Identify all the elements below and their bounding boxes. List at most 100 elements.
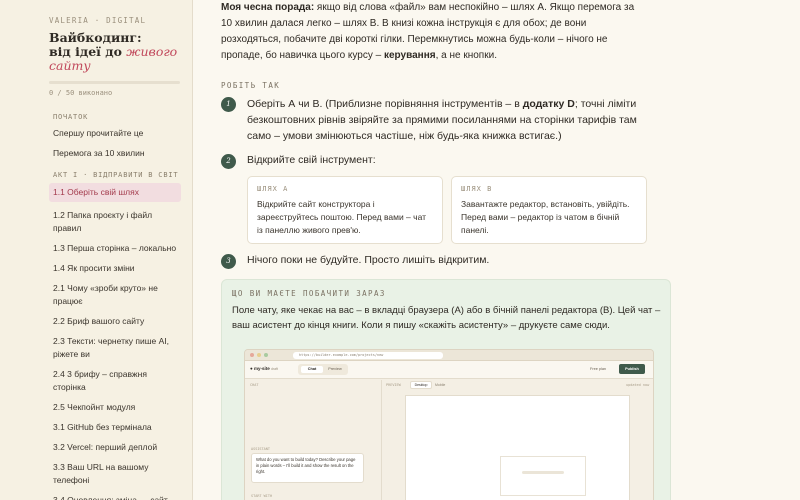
progress-bar <box>49 81 180 84</box>
mini-mobile-toggle: Mobile <box>435 383 446 387</box>
sidebar-item-label: працює <box>53 296 83 306</box>
intro-bold-word: керування <box>383 50 436 61</box>
intro-line: якщо від слова «файл» вам неспокійно – ш… <box>314 2 635 13</box>
sidebar-item[interactable]: 2.4 3 брифу – справжня сторінка <box>0 368 192 394</box>
sidebar-item[interactable]: 2.1 Чому «зроби круто» не працює <box>0 282 192 308</box>
sidebar-nav-list: 1.2 Папка проєкту і файл правил 1.3 Перша … <box>0 209 192 500</box>
sidebar-item[interactable]: 3.2 Vercel: перший деплой <box>0 441 192 454</box>
step1-line: безкоштовних рівнів звіряйте за прямими … <box>247 114 637 126</box>
sidebar-item-label: телефоні <box>53 475 90 485</box>
path-a-line: із панеллю живого прев'ю. <box>257 225 361 235</box>
mini-preview-canvas <box>405 395 630 500</box>
mini-plan: Free plan <box>590 367 607 371</box>
callout-line: ваш асистент до кінця книги. Коли я пишу… <box>232 320 610 331</box>
window-dot <box>257 353 261 357</box>
sidebar-item-label: 2.5 Чекпойнт модуля <box>53 402 136 412</box>
mini-tab-chat: Chat <box>301 366 323 373</box>
sidebar-item[interactable]: 3.4 Оновлення: зміна → сайтсам оновився <box>0 494 192 500</box>
book-title-plain: від ідеї до <box>49 44 127 59</box>
expect-callout: ЩО ВИ МАЄТЕ ПОБАЧИТИ ЗАРАЗ Поле чату, як… <box>221 279 671 500</box>
path-b-line: Перед вами – редактор із чатом в бічній <box>461 212 620 222</box>
step-number: 1 <box>221 97 236 112</box>
mini-browser-bar: https://builder.example.com/projects/new <box>245 350 653 361</box>
path-a-line: зареєструйтесь поштою. Перед вами – чат <box>257 212 427 222</box>
sidebar-item[interactable]: 1.3 Перша сторінка – локально <box>0 242 192 255</box>
sidebar-item[interactable]: 3.1 GitHub без термінала <box>0 421 192 434</box>
mini-placeholder-line <box>522 471 564 474</box>
intro-line: , а не кнопки. <box>435 50 497 61</box>
sidebar-item-read-first[interactable]: Спершу прочитайте це <box>0 127 192 140</box>
sidebar-item-label: 2.3 Тексти: чернетку пише AI, <box>53 336 170 346</box>
sidebar-item-label: 3.2 Vercel: перший деплой <box>53 442 158 452</box>
step1-line: само – умови змінюються частіше, ніж буд… <box>247 130 562 142</box>
sidebar-item-label: сторінка <box>53 382 86 392</box>
mini-url-field: https://builder.example.com/projects/new <box>293 352 443 359</box>
path-a-body: Відкрийте сайт конструктора і зареєструй… <box>257 198 433 237</box>
sidebar-item[interactable]: 2.2 Бриф вашого сайту <box>0 315 192 328</box>
sidebar-item-label: правил <box>53 223 82 233</box>
mini-preview-label: PREVIEW <box>386 383 401 387</box>
sidebar-item[interactable]: 2.5 Чекпойнт модуля <box>0 401 192 414</box>
path-b-card: ШЛЯХ B Завантажте редактор, встановіть, … <box>451 176 647 244</box>
path-a-line: Відкрийте сайт конструктора і <box>257 199 375 209</box>
sidebar-item[interactable]: 1.2 Папка проєкту і файл правил <box>0 209 192 235</box>
sidebar-item[interactable]: 3.3 Ваш URL на вашому телефоні <box>0 461 192 487</box>
book-title[interactable]: Вайбкодинг: від ідеї до живого сайту <box>0 31 192 73</box>
intro-bold: Моя чесна порада: <box>221 2 315 13</box>
section-heading-start: ПОЧАТОК <box>53 113 89 121</box>
sidebar-item-label: 3.3 Ваш URL на вашому <box>53 462 149 472</box>
mini-desktop-toggle: Desktop <box>410 381 432 389</box>
sidebar-item-label: 2.4 3 брифу – справжня <box>53 369 147 379</box>
path-a-card: ШЛЯХ А Відкрийте сайт конструктора і зар… <box>247 176 443 244</box>
step1-line: ; точні ліміти <box>574 98 637 110</box>
step-number: 3 <box>221 254 236 269</box>
mini-logo: ● my-site <box>250 366 270 371</box>
callout-text: Поле чату, яке чекає на вас – в вкладці … <box>232 303 662 333</box>
mini-tab-preview: Preview <box>328 367 342 371</box>
step2-text: Відкрийте свій інструмент: <box>247 154 376 166</box>
step3-text: Нічого поки не будуйте. Просто лишіть ві… <box>247 254 490 266</box>
brand-label: VALERIA · DIGITAL <box>49 16 147 25</box>
sidebar-item-label: 2.2 Бриф вашого сайту <box>53 316 145 326</box>
sidebar-item-label: 1.4 Як просити зміни <box>53 263 135 273</box>
mini-chat-label: CHAT <box>250 383 259 387</box>
window-dot <box>264 353 268 357</box>
sidebar-item[interactable]: 1.4 Як просити зміни <box>0 262 192 275</box>
tool-screenshot: https://builder.example.com/projects/new… <box>244 349 654 500</box>
sidebar-item-label: 1.3 Перша сторінка – локально <box>53 243 177 253</box>
progress-text: 0 / 50 виконано <box>49 89 113 97</box>
sidebar-item-active[interactable]: 1.1 Оберіть свій шлях <box>49 183 181 202</box>
window-dot <box>250 353 254 357</box>
sidebar-item-label: ріжете ви <box>53 349 90 359</box>
path-b-body: Завантажте редактор, встановіть, увійдіт… <box>461 198 637 237</box>
mini-tabs: Chat Preview <box>298 364 348 375</box>
sidebar-item-label: 3.1 GitHub без термінала <box>53 422 152 432</box>
path-b-title: ШЛЯХ B <box>461 185 493 193</box>
mini-starters-label: START WITH <box>251 494 273 498</box>
path-b-line: панелі. <box>461 225 489 235</box>
path-b-line: Завантажте редактор, встановіть, увійдіт… <box>461 199 630 209</box>
callout-line: Поле чату, яке чекає на вас – в вкладці … <box>232 305 661 316</box>
mini-app-header: ● my-site draft Chat Preview Free plan P… <box>245 361 653 379</box>
mini-chat-panel: CHAT ASSISTANT What do you want to build… <box>245 380 382 500</box>
step1-text: Оберіть А чи B. (Приблизне порівняння ін… <box>247 96 661 144</box>
intro-line: пропаде, бо навичка цього курсу – <box>221 50 384 61</box>
intro-line: розходяться, побачите дві короткі гілки.… <box>221 34 608 45</box>
book-title-line1: Вайбкодинг: <box>49 30 142 45</box>
sidebar: VALERIA · DIGITAL Вайбкодинг: від ідеї д… <box>0 0 193 500</box>
sidebar-item[interactable]: 2.3 Тексти: чернетку пише AI, ріжете ви <box>0 335 192 361</box>
mini-tag: draft <box>271 367 279 371</box>
path-a-title: ШЛЯХ А <box>257 185 289 193</box>
step1-line: Оберіть А чи B. (Приблизне порівняння ін… <box>247 98 523 110</box>
sidebar-item-label: 1.2 Папка проєкту і файл <box>53 210 153 220</box>
mini-publish-button: Publish <box>619 364 645 374</box>
sidebar-item-10min-win[interactable]: Перемога за 10 хвилин <box>0 147 192 160</box>
sidebar-item-label: 2.1 Чому «зроби круто» не <box>53 283 158 293</box>
sidebar-item-label: 3.4 Оновлення: зміна → сайт <box>53 495 168 500</box>
step-number: 2 <box>221 154 236 169</box>
mini-placeholder <box>500 456 586 496</box>
intro-line: 10 хвилин далася легко – шлях B. В книзі… <box>221 18 587 29</box>
mini-assistant-label: ASSISTANT <box>251 447 270 451</box>
section-heading-act1: АКТ I · ВІДПРАВИТИ В СВІТ <box>53 171 179 179</box>
appendix-link[interactable]: додатку D <box>523 98 575 110</box>
